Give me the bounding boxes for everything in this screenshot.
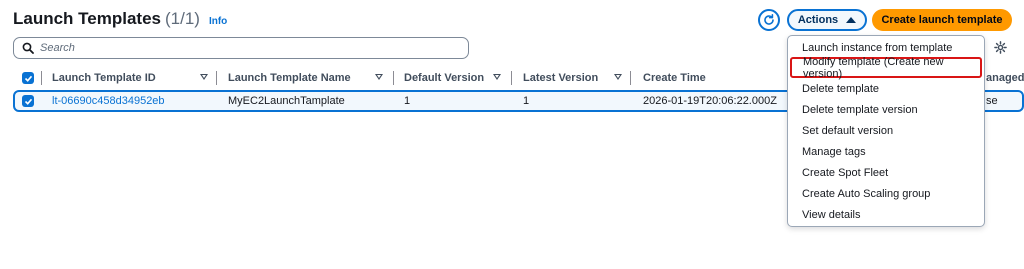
menu-item-delete-template[interactable]: Delete template <box>788 78 984 99</box>
menu-item-create-auto-scaling-group[interactable]: Create Auto Scaling group <box>788 183 984 204</box>
column-divider <box>216 71 217 85</box>
preferences-button[interactable] <box>994 41 1007 59</box>
checkmark-icon <box>24 98 32 105</box>
sort-icon[interactable] <box>493 74 501 80</box>
menu-item-manage-tags[interactable]: Manage tags <box>788 141 984 162</box>
create-launch-template-button[interactable]: Create launch template <box>872 9 1012 31</box>
menu-item-view-details[interactable]: View details <box>788 204 984 225</box>
actions-button[interactable]: Actions <box>787 9 867 31</box>
create-time-cell: 2026-01-19T20:06:22.000Z <box>643 95 777 107</box>
search-field[interactable] <box>13 37 469 59</box>
gear-icon <box>994 41 1007 54</box>
page-header: Launch Templates (1/1) Info <box>13 9 227 33</box>
sort-icon[interactable] <box>375 74 383 80</box>
page-title: Launch Templates <box>13 9 161 28</box>
info-link[interactable]: Info <box>209 16 227 27</box>
search-icon <box>22 42 34 54</box>
column-header-template-id[interactable]: Launch Template ID <box>52 68 156 88</box>
template-count: (1/1) <box>165 9 200 28</box>
column-header-managed[interactable]: anaged <box>986 68 1024 88</box>
column-header-template-name[interactable]: Launch Template Name <box>228 68 351 88</box>
menu-item-modify-template[interactable]: Modify template (Create new version) <box>790 56 982 80</box>
column-divider <box>41 71 42 85</box>
search-input[interactable] <box>40 42 460 54</box>
template-id-link[interactable]: lt-06690c458d34952eb <box>52 95 165 107</box>
menu-item-delete-template-version[interactable]: Delete template version <box>788 99 984 120</box>
row-checkbox[interactable] <box>22 95 34 107</box>
column-divider <box>630 71 631 85</box>
checkmark-icon <box>24 75 32 82</box>
menu-item-create-spot-fleet[interactable]: Create Spot Fleet <box>788 162 984 183</box>
column-divider <box>511 71 512 85</box>
managed-cell: se <box>986 95 998 107</box>
column-divider <box>393 71 394 85</box>
menu-item-set-default-version[interactable]: Set default version <box>788 120 984 141</box>
default-version-cell: 1 <box>404 95 411 107</box>
sort-icon[interactable] <box>614 74 622 80</box>
actions-menu: Launch instance from template Modify tem… <box>787 35 985 227</box>
caret-up-icon <box>846 17 857 23</box>
actions-label: Actions <box>797 14 839 26</box>
refresh-icon <box>764 14 774 25</box>
select-all-checkbox[interactable] <box>22 72 34 84</box>
column-header-latest-version[interactable]: Latest Version <box>523 68 598 88</box>
template-name-cell: MyEC2LaunchTamplate <box>228 95 345 107</box>
refresh-button[interactable] <box>758 9 780 31</box>
latest-version-cell: 1 <box>523 95 530 107</box>
column-header-default-version[interactable]: Default Version <box>404 68 484 88</box>
column-header-create-time[interactable]: Create Time <box>643 68 706 88</box>
sort-icon[interactable] <box>200 74 208 80</box>
